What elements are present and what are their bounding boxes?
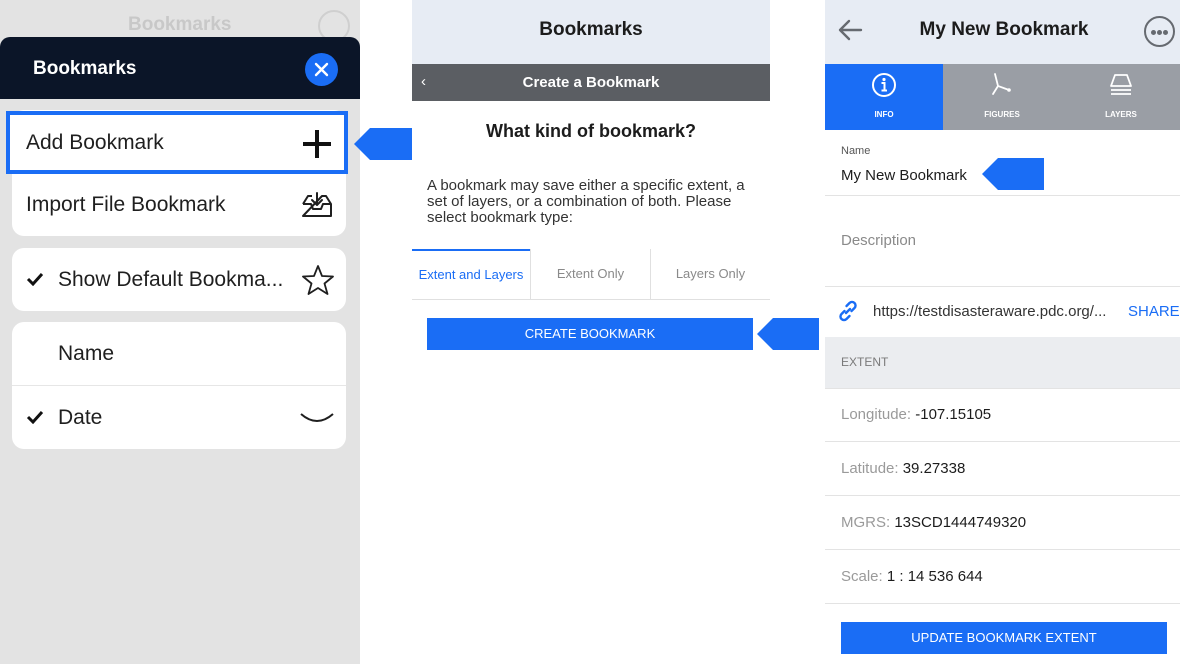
name-field-label: Name (841, 145, 871, 157)
share-button[interactable]: SHARE (1128, 303, 1180, 320)
info-icon (872, 73, 896, 97)
bookmarks-title: Bookmarks (33, 58, 137, 79)
check-icon (26, 272, 44, 286)
latitude-value: 39.27338 (902, 460, 966, 477)
create-bookmark-button[interactable]: CREATE BOOKMARK (427, 318, 753, 350)
longitude-label: Longitude: (841, 406, 916, 423)
pointer-arrow-icon (757, 318, 819, 350)
pointer-arrow-icon (982, 158, 1044, 190)
update-bookmark-extent-button[interactable]: UPDATE BOOKMARK EXTENT (841, 622, 1167, 654)
more-icon[interactable] (1144, 16, 1175, 47)
longitude-row: Longitude: -107.15105 (841, 406, 991, 423)
create-bookmark-bar: ‹ Create a Bookmark (412, 64, 770, 101)
mgrs-value: 13SCD1444749320 (894, 514, 1027, 531)
scale-row: Scale: 1 : 14 536 644 (841, 568, 983, 585)
bookmark-kind-description: A bookmark may save either a specific ex… (427, 177, 745, 226)
sort-options-card: Name Date (12, 322, 346, 449)
divider (825, 549, 1180, 550)
add-bookmark-label: Add Bookmark (26, 131, 164, 154)
tab-info[interactable]: INFO (825, 64, 943, 130)
close-button[interactable] (305, 53, 338, 86)
divider (825, 388, 1180, 389)
background-header: Bookmarks (0, 0, 360, 42)
bookmark-kind-question: What kind of bookmark? (485, 121, 696, 141)
create-panel-title: Bookmarks (539, 19, 643, 40)
detail-header: My New Bookmark (825, 0, 1180, 64)
plus-icon (303, 130, 331, 158)
import-file-bookmark-button[interactable]: Import File Bookmark (12, 173, 346, 236)
show-default-bookmarks-toggle[interactable]: Show Default Bookma... (12, 248, 346, 311)
background-title: Bookmarks (128, 14, 232, 35)
mgrs-label: MGRS: (841, 514, 895, 531)
sort-by-date-option[interactable]: Date (12, 386, 346, 449)
divider (825, 495, 1180, 496)
sort-by-name-option[interactable]: Name (12, 322, 346, 385)
divider (825, 603, 1180, 604)
create-bookmark-subtitle: Create a Bookmark (522, 74, 660, 91)
add-bookmark-button[interactable]: Add Bookmark (6, 111, 348, 174)
create-panel-header: Bookmarks (412, 0, 770, 64)
mgrs-row: MGRS: 13SCD1444749320 (841, 514, 1026, 531)
screenshot-canvas: Bookmarks Bookmarks Import File Bookmark… (0, 0, 1180, 664)
link-icon (839, 300, 857, 322)
create-bookmark-panel: Bookmarks ‹ Create a Bookmark What kind … (412, 0, 770, 664)
check-icon (26, 410, 44, 424)
scale-value: 1 : 14 536 644 (886, 568, 983, 585)
star-icon (302, 265, 334, 295)
extent-section-header: EXTENT (825, 337, 1180, 388)
tab-info-label: INFO (874, 110, 894, 119)
extent-label: EXTENT (841, 355, 889, 369)
latitude-label: Latitude: (841, 460, 903, 477)
sort-date-label: Date (58, 406, 103, 429)
show-default-bookmarks-label: Show Default Bookma... (58, 268, 284, 291)
divider (825, 195, 1180, 196)
tab-figures[interactable]: FIGURES (943, 64, 1061, 130)
bookmarks-header: Bookmarks (0, 37, 360, 99)
share-link[interactable]: https://testdisasteraware.pdc.org/... (873, 303, 1106, 320)
bookmark-type-tabs: Extent and Layers Extent Only Layers Onl… (412, 249, 770, 300)
detail-title: My New Bookmark (919, 19, 1089, 40)
tab-figures-label: FIGURES (984, 110, 1020, 119)
divider (825, 286, 1180, 287)
divider (825, 441, 1180, 442)
bookmark-detail-panel: My New Bookmark INFO FIGURES LAYERS Name… (825, 0, 1180, 664)
tab-layers-only[interactable]: Layers Only (651, 249, 770, 299)
name-field[interactable]: My New Bookmark (841, 167, 967, 184)
tab-layers[interactable]: LAYERS (1062, 64, 1180, 130)
close-icon (314, 62, 329, 77)
scale-label: Scale: (841, 568, 887, 585)
bookmarks-menu-panel: Bookmarks Bookmarks Import File Bookmark… (0, 0, 360, 664)
tab-extent-only[interactable]: Extent Only (531, 249, 650, 299)
show-default-bookmarks-card: Show Default Bookma... (12, 248, 346, 311)
sort-name-label: Name (58, 342, 115, 365)
import-file-bookmark-label: Import File Bookmark (26, 193, 226, 216)
detail-tabs: INFO FIGURES LAYERS (825, 64, 1180, 130)
longitude-value: -107.15105 (915, 406, 992, 423)
description-field[interactable]: Description (841, 232, 916, 249)
layers-icon (1110, 74, 1132, 95)
tab-extent-and-layers[interactable]: Extent and Layers (412, 249, 530, 299)
latitude-row: Latitude: 39.27338 (841, 460, 965, 477)
inbox-download-icon (302, 192, 332, 217)
tab-layers-label: LAYERS (1105, 110, 1137, 119)
figures-icon (992, 73, 1011, 95)
pointer-arrow-icon (354, 128, 414, 160)
chevron-down-icon (300, 413, 334, 422)
